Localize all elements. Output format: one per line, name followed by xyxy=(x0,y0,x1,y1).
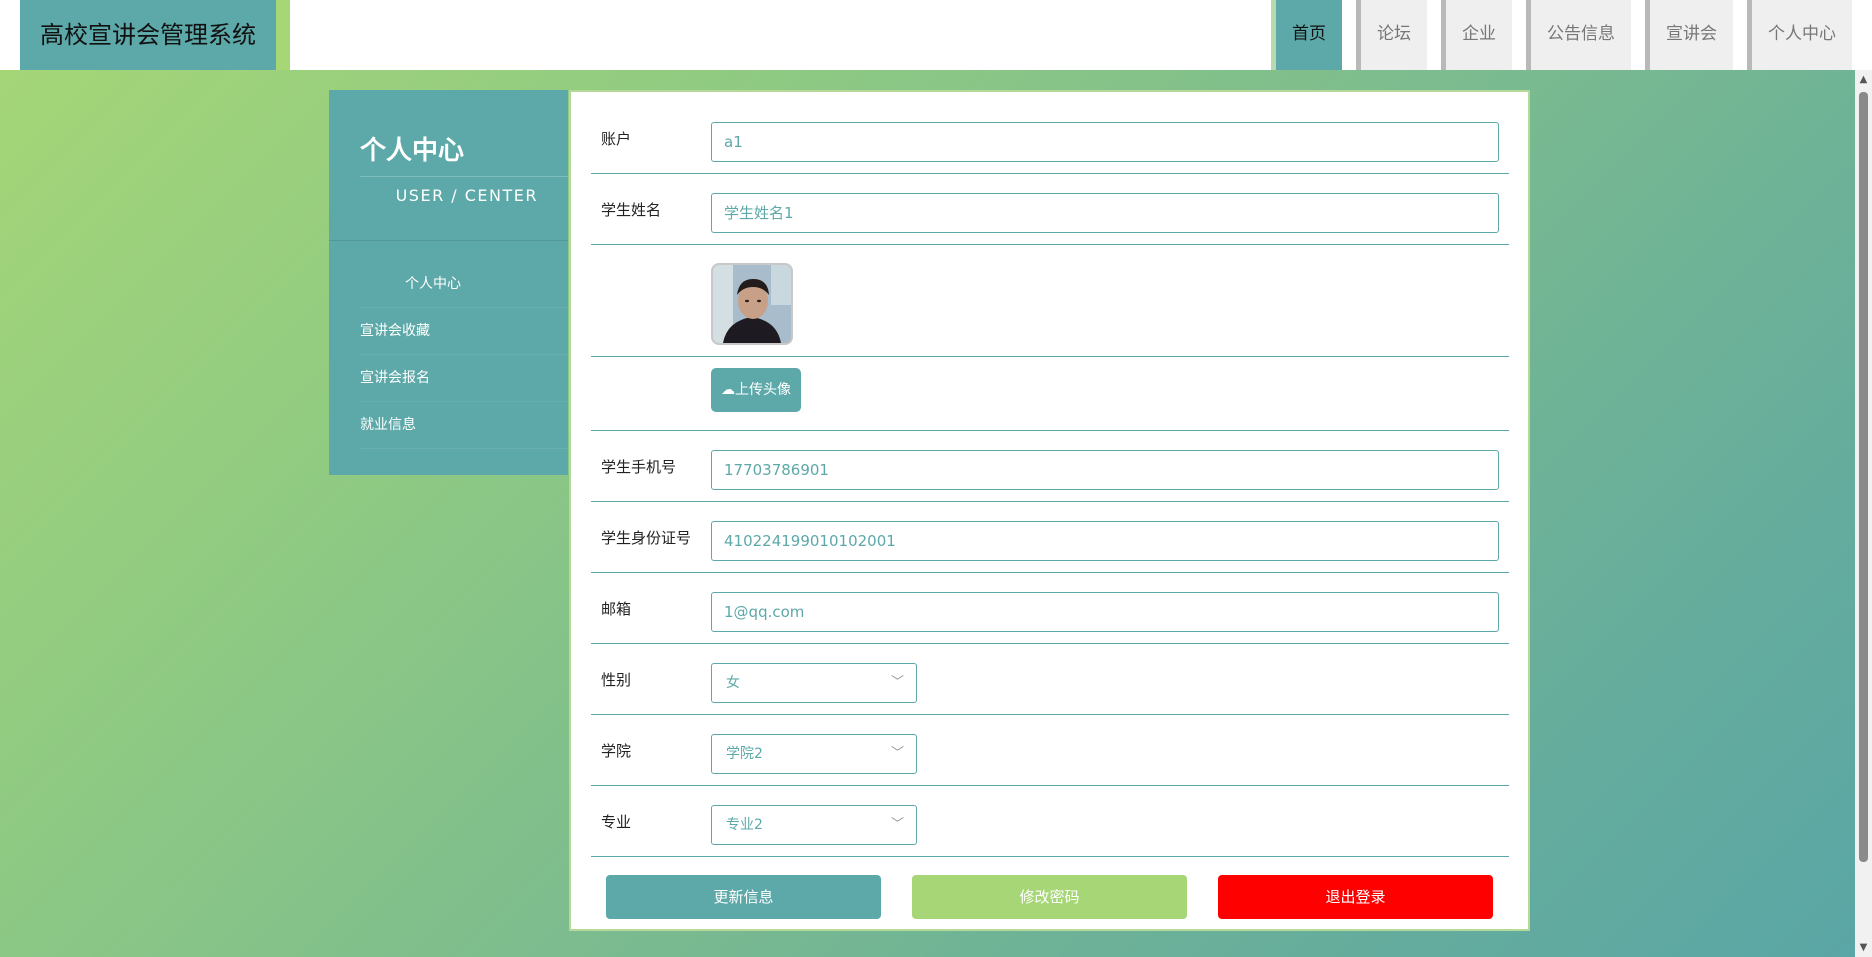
sidebar-item-registration[interactable]: 宣讲会报名 xyxy=(360,355,568,402)
brand-accent xyxy=(276,0,290,70)
chevron-down-icon: ﹀ xyxy=(890,746,904,761)
form-row-gender: 性别 女 ﹀ xyxy=(591,644,1509,715)
form-row-phone: 学生手机号 17703786901 xyxy=(591,431,1509,502)
idcard-label: 学生身份证号 xyxy=(601,529,692,547)
top-nav: 首页 论坛 企业 公告信息 宣讲会 个人中心 xyxy=(1257,0,1852,70)
name-label: 学生姓名 xyxy=(601,201,662,219)
college-select[interactable]: 学院2 ﹀ xyxy=(711,734,917,774)
sidebar-menu: 个人中心 宣讲会收藏 宣讲会报名 就业信息 xyxy=(360,261,568,449)
nav-notice[interactable]: 公告信息 xyxy=(1526,0,1631,70)
account-input[interactable]: a1 xyxy=(711,122,1499,162)
email-input[interactable]: 1@qq.com xyxy=(711,592,1499,632)
form-row-account: 账户 a1 xyxy=(591,92,1509,174)
upload-avatar-label: 上传头像 xyxy=(735,382,791,398)
gender-label: 性别 xyxy=(601,671,632,689)
major-select[interactable]: 专业2 ﹀ xyxy=(711,805,917,845)
page-scrollbar[interactable]: ▲ ▼ xyxy=(1855,70,1872,957)
sidebar-divider xyxy=(329,240,568,241)
form-row-name: 学生姓名 学生姓名1 xyxy=(591,174,1509,245)
form-row-idcard: 学生身份证号 410224199010102001 xyxy=(591,502,1509,573)
scroll-thumb[interactable] xyxy=(1859,92,1868,862)
college-label: 学院 xyxy=(601,742,632,760)
change-password-button[interactable]: 修改密码 xyxy=(912,875,1187,919)
sidebar-title: 个人中心 xyxy=(360,136,465,166)
sidebar-item-user-center[interactable]: 个人中心 xyxy=(360,261,568,308)
form-row-college: 学院 学院2 ﹀ xyxy=(591,715,1509,786)
profile-form-card: 账户 a1 学生姓名 学生姓名1 ☁上传头像 学生手机号 17703786901 xyxy=(569,90,1530,931)
upload-avatar-button[interactable]: ☁上传头像 xyxy=(711,368,801,412)
sidebar-subtitle: USER / CENTER xyxy=(395,186,538,205)
nav-company[interactable]: 企业 xyxy=(1441,0,1512,70)
idcard-input[interactable]: 410224199010102001 xyxy=(711,521,1499,561)
gender-value: 女 xyxy=(726,675,740,691)
sidebar-item-employment[interactable]: 就业信息 xyxy=(360,402,568,449)
avatar-image xyxy=(713,265,791,343)
form-row-upload: ☁上传头像 xyxy=(591,357,1509,431)
sidebar-title-divider xyxy=(360,176,568,177)
nav-presentation[interactable]: 宣讲会 xyxy=(1645,0,1733,70)
logout-button[interactable]: 退出登录 xyxy=(1218,875,1493,919)
form-row-avatar xyxy=(591,245,1509,357)
name-input[interactable]: 学生姓名1 xyxy=(711,193,1499,233)
nav-home[interactable]: 首页 xyxy=(1271,0,1342,70)
nav-forum[interactable]: 论坛 xyxy=(1356,0,1427,70)
form-row-major: 专业 专业2 ﹀ xyxy=(591,786,1509,857)
update-info-button[interactable]: 更新信息 xyxy=(606,875,881,919)
sidebar: 个人中心 USER / CENTER 个人中心 宣讲会收藏 宣讲会报名 就业信息 xyxy=(329,90,568,475)
scroll-down-icon[interactable]: ▼ xyxy=(1855,942,1872,953)
email-label: 邮箱 xyxy=(601,600,632,618)
avatar xyxy=(711,263,793,345)
major-value: 专业2 xyxy=(726,817,763,833)
gender-select[interactable]: 女 ﹀ xyxy=(711,663,917,703)
top-header: 高校宣讲会管理系统 首页 论坛 企业 公告信息 宣讲会 个人中心 xyxy=(0,0,1872,70)
nav-user-center[interactable]: 个人中心 xyxy=(1747,0,1852,70)
cloud-upload-icon: ☁ xyxy=(721,382,735,398)
phone-label: 学生手机号 xyxy=(601,458,677,476)
scroll-up-icon[interactable]: ▲ xyxy=(1855,74,1872,85)
sidebar-item-favorites[interactable]: 宣讲会收藏 xyxy=(360,308,568,355)
account-label: 账户 xyxy=(601,130,632,148)
chevron-down-icon: ﹀ xyxy=(890,817,904,832)
college-value: 学院2 xyxy=(726,746,763,762)
chevron-down-icon: ﹀ xyxy=(890,675,904,690)
major-label: 专业 xyxy=(601,813,632,831)
app-title: 高校宣讲会管理系统 xyxy=(20,0,276,70)
form-row-email: 邮箱 1@qq.com xyxy=(591,573,1509,644)
phone-input[interactable]: 17703786901 xyxy=(711,450,1499,490)
